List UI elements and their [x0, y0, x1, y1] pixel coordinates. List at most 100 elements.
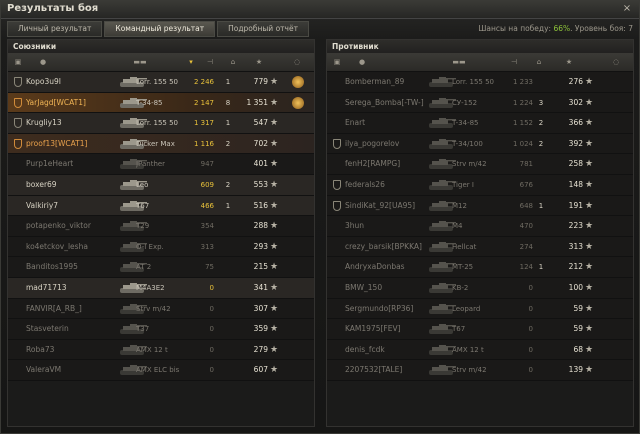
player-name[interactable]: fenH2[RAMPG] — [345, 154, 437, 174]
player-name[interactable]: Banditos1995 — [26, 257, 118, 277]
player-name[interactable]: ValeraVM — [26, 360, 118, 380]
player-row[interactable]: Sergmundo[RP36] Leopard 0 59 ★ — [327, 298, 633, 320]
player-row[interactable]: ko4etckov_lesha O-I Exp. 313 293 ★ — [8, 236, 314, 258]
damage-value: 0 — [528, 366, 533, 375]
player-row[interactable]: BMW_150 KB-2 0 100 ★ — [327, 277, 633, 299]
player-row[interactable]: denis_fcdk AMX 12 t 0 68 ★ — [327, 339, 633, 361]
player-name[interactable]: Enart — [345, 113, 437, 133]
kills-value: 1 — [538, 201, 544, 210]
player-name[interactable]: crezy_barsik[BPKKA] — [345, 237, 437, 257]
damage-value: 274 — [519, 242, 533, 251]
xp-value: 366 — [568, 118, 583, 128]
player-name[interactable]: Serega_Bomba[-TW-] — [345, 93, 437, 113]
player-name[interactable]: 2207532[TALE] — [345, 360, 437, 380]
player-row[interactable]: Krugliy13 Lorr. 155 50 1 317 1 547 ★ — [8, 113, 314, 134]
player-name[interactable]: proof13[WCAT1] — [26, 134, 118, 154]
player-row[interactable]: potapenko_viktor T29 354 288 ★ — [8, 216, 314, 237]
player-row[interactable]: SindiKat_92[UA95] M12 648 1 191 ★ — [327, 195, 633, 217]
platoon-col-icon[interactable]: ▣ — [13, 58, 23, 67]
xp-value: 547 — [253, 118, 268, 128]
player-name[interactable]: AndryxaDonbas — [345, 257, 437, 277]
player-row[interactable]: Serega_Bomba[-TW-] СУ-152 1 224 3 302 ★ — [327, 92, 633, 114]
player-row[interactable]: ValeraVM AMX ELC bis 0 607 ★ — [8, 360, 314, 381]
damage-col-icon[interactable]: ⊣ — [203, 58, 217, 67]
star-icon: ★ — [584, 138, 594, 149]
player-name[interactable]: Valkiriy7 — [26, 196, 118, 216]
player-name[interactable]: mad71713 — [26, 278, 118, 298]
player-name[interactable]: Stasveterin — [26, 319, 118, 339]
player-col-icon[interactable]: ● — [38, 58, 48, 67]
player-row[interactable]: Banditos1995 AT 2 75 215 ★ — [8, 257, 314, 278]
player-row[interactable]: Stasveterin T37 0 359 ★ — [8, 319, 314, 340]
player-name[interactable]: ilya_pogorelov — [345, 134, 437, 154]
title-bar[interactable]: Результаты боя × — [1, 1, 639, 19]
player-row[interactable]: mad71713 M4A3E2 0 341 ★ — [8, 277, 314, 299]
player-name[interactable]: Purp1eHeart — [26, 154, 118, 174]
player-row[interactable]: FANVIR[A_RB_] Strv m/42 0 307 ★ — [8, 298, 314, 320]
player-name[interactable]: boxer69 — [26, 175, 118, 195]
damage-value: 466 — [200, 201, 214, 210]
xp-value: 59 — [573, 303, 583, 313]
player-name[interactable]: 3hun — [345, 216, 437, 236]
xp-col-icon[interactable]: ★ — [252, 58, 266, 67]
player-name[interactable]: denis_fcdk — [345, 340, 437, 360]
player-name[interactable]: potapenko_viktor — [26, 216, 118, 236]
sort-chevron-icon[interactable]: ▾ — [186, 58, 196, 67]
kills-col-icon[interactable]: ⌂ — [532, 58, 546, 67]
player-name[interactable]: KAM1975[FEV] — [345, 319, 437, 339]
close-button[interactable]: × — [621, 3, 633, 15]
player-name[interactable]: FANVIR[A_RB_] — [26, 299, 118, 319]
player-row[interactable]: Roba73 AMX 12 t 0 279 ★ — [8, 339, 314, 361]
star-icon: ★ — [584, 77, 594, 87]
tank-col-icon[interactable]: ▬▬ — [120, 58, 160, 67]
player-row[interactable]: KAM1975[FEV] T67 0 59 ★ — [327, 319, 633, 340]
damage-col-icon[interactable]: ⊣ — [507, 58, 521, 67]
player-name[interactable]: Krugliy13 — [26, 113, 118, 133]
player-row[interactable]: federals26 Tiger I 676 148 ★ — [327, 174, 633, 196]
player-row[interactable]: Bomberman_89 Lorr. 155 50 1 233 276 ★ — [327, 72, 633, 93]
tab-personal[interactable]: Личный результат — [7, 21, 103, 37]
player-name[interactable]: Bomberman_89 — [345, 72, 437, 92]
xp-value: 702 — [253, 138, 268, 148]
damage-value: 1 152 — [512, 119, 533, 128]
tank-col-icon[interactable]: ▬▬ — [439, 58, 479, 67]
player-row[interactable]: Purp1eHeart JPanther 947 401 ★ — [8, 154, 314, 175]
player-row[interactable]: 2207532[TALE] Strv m/42 0 139 ★ — [327, 360, 633, 381]
player-row[interactable]: proof13[WCAT1] Dicker Max 1 116 2 702 ★ — [8, 133, 314, 155]
player-col-icon[interactable]: ● — [357, 58, 367, 67]
player-name[interactable]: Roba73 — [26, 340, 118, 360]
medal-col-icon[interactable]: ◌ — [609, 58, 623, 67]
platoon-col-icon[interactable]: ▣ — [332, 58, 342, 67]
player-row[interactable]: Valkiriy7 T67 466 1 516 ★ — [8, 195, 314, 217]
damage-value: 0 — [528, 304, 533, 313]
player-name[interactable]: Sergmundo[RP36] — [345, 299, 437, 319]
player-row[interactable]: 3hun M4 470 223 ★ — [327, 216, 633, 237]
xp-col-icon[interactable]: ★ — [562, 58, 576, 67]
player-name[interactable]: ko4etckov_lesha — [26, 237, 118, 257]
player-row[interactable]: AndryxaDonbas MT-25 124 1 212 ★ — [327, 257, 633, 278]
medal-col-icon[interactable]: ◌ — [290, 58, 304, 67]
allies-panel: Союзники ▣ ● ▬▬ ▾ ⊣ ⌂ ★ ◌ Kopo3u9I Lorr. … — [7, 39, 315, 427]
damage-value: 1 024 — [512, 139, 533, 148]
tab-detailed[interactable]: Подробный отчёт — [217, 21, 309, 37]
tab-team[interactable]: Командный результат — [104, 21, 216, 37]
player-row[interactable]: fenH2[RAMPG] Strv m/42 781 258 ★ — [327, 154, 633, 175]
player-row[interactable]: Enart T-34-85 1 152 2 366 ★ — [327, 113, 633, 134]
kills-value — [533, 175, 549, 195]
player-row[interactable]: crezy_barsik[BPKKA] Hellcat 274 313 ★ — [327, 236, 633, 258]
player-row[interactable]: Kopo3u9I Lorr. 155 50 2 246 1 779 ★ — [8, 72, 314, 93]
player-name[interactable]: SindiKat_92[UA95] — [345, 196, 437, 216]
player-row[interactable]: boxer69 Leo 609 2 553 ★ — [8, 174, 314, 196]
kills-col-icon[interactable]: ⌂ — [226, 58, 240, 67]
star-icon: ★ — [584, 303, 594, 314]
win-chance-value: 66% — [553, 24, 571, 33]
xp-value: 139 — [568, 365, 583, 375]
star-icon: ★ — [584, 118, 594, 129]
player-row[interactable]: ilya_pogorelov T-34/100 1 024 2 392 ★ — [327, 133, 633, 155]
player-name[interactable]: YarJagd[WCAT1] — [26, 93, 118, 113]
player-row[interactable]: YarJagd[WCAT1] T-34-85 2 147 8 1 351 ★ — [8, 92, 314, 114]
player-name[interactable]: BMW_150 — [345, 278, 437, 298]
player-name[interactable]: federals26 — [345, 175, 437, 195]
player-name[interactable]: Kopo3u9I — [26, 72, 118, 92]
star-icon: ★ — [269, 282, 279, 293]
